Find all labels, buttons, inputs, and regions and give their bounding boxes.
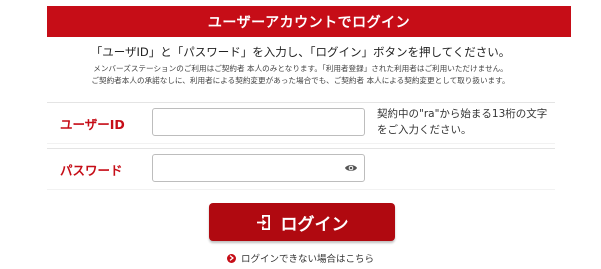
userid-row: ユーザーID 契約中の"ra"から始まる13桁の文字をご入力ください。 [47, 102, 555, 143]
show-password-eye-icon[interactable] [344, 163, 358, 173]
page-title-bar: ユーザーアカウントでログイン [47, 6, 571, 37]
password-label: パスワード [60, 162, 123, 178]
password-row: パスワード [47, 148, 555, 189]
login-door-icon [256, 214, 270, 230]
notice-line-2: ご契約者本人の承諾なしに、利用者による契約変更があった場合でも、ご契約者 本人に… [91, 76, 510, 85]
userid-input[interactable] [152, 108, 365, 136]
userid-label: ユーザーID [60, 116, 125, 132]
userid-hint: 契約中の"ra"から始まる13桁の文字をご入力ください。 [377, 108, 548, 136]
cannot-login-link-label: ログインできない場合はこちら [240, 254, 374, 265]
chevron-right-circle-icon [226, 253, 236, 263]
notice-line-1: メンバーズステーションのご利用はご契約者 本人のみとなります。「利用者登録」され… [93, 64, 508, 73]
cannot-login-link[interactable]: ログインできない場合はこちら [0, 251, 601, 265]
password-input[interactable] [152, 154, 365, 182]
notice-text: メンバーズステーションのご利用はご契約者 本人のみとなります。「利用者登録」され… [0, 63, 601, 87]
login-button[interactable]: ログイン [209, 203, 395, 241]
page-title: ユーザーアカウントでログイン [207, 14, 411, 31]
login-button-label: ログイン [280, 214, 349, 235]
instruction-text: 「ユーザID」と「パスワード」を入力し、「ログイン」ボタンを押してください。 [90, 45, 511, 59]
